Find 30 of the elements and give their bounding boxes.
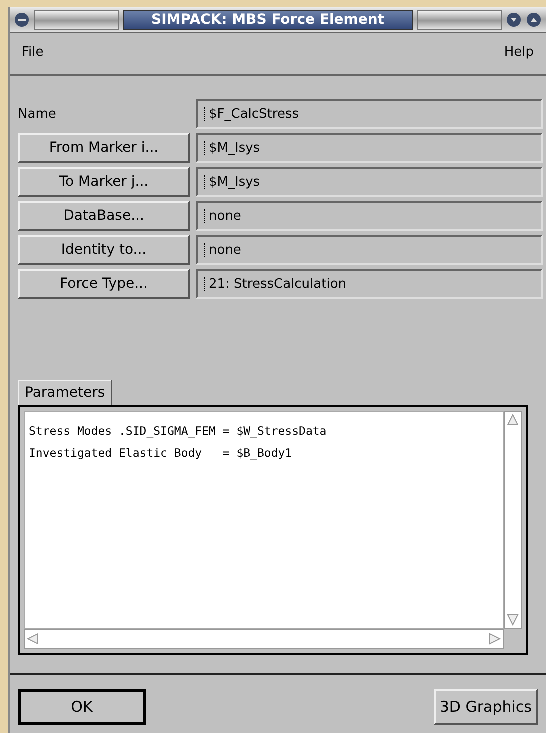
input-field[interactable]: $F_CalcStress [196, 99, 543, 129]
field-button[interactable]: DataBase... [18, 201, 190, 231]
vertical-scrollbar[interactable] [504, 411, 522, 629]
input-field[interactable]: $M_Isys [196, 133, 543, 163]
window-title: SIMPACK: MBS Force Element [123, 10, 413, 30]
input-field[interactable]: 21: StressCalculation [196, 269, 543, 299]
parameter-line: Stress Modes .SID_SIGMA_FEM = $W_StressData [29, 423, 328, 440]
menu-item[interactable]: File [22, 45, 44, 60]
parameter-line: Investigated Elastic Body = $B_Body1 [29, 445, 294, 462]
graphics-button[interactable]: 3D Graphics [434, 689, 538, 725]
scroll-down-icon[interactable] [505, 612, 521, 628]
menu-item[interactable]: Help [504, 45, 534, 60]
ok-button[interactable]: OK [18, 689, 146, 725]
text-area[interactable]: Stress Modes .SID_SIGMA_FEM = $W_StressData Investigated Elastic Body = $B_Body1 [24, 411, 504, 629]
expand-icon[interactable] [526, 12, 542, 28]
field-button[interactable]: From Marker i... [18, 133, 190, 163]
input-field[interactable]: none [196, 201, 543, 231]
collapse-icon[interactable] [506, 12, 522, 28]
minimize-icon[interactable] [14, 12, 30, 28]
tab[interactable]: Parameters [18, 380, 112, 405]
input-field[interactable]: $M_Isys [196, 167, 543, 197]
scroll-left-icon[interactable] [25, 631, 41, 647]
field-button[interactable]: Identity to... [18, 235, 190, 265]
scroll-right-icon[interactable] [487, 631, 503, 647]
input-field[interactable]: none [196, 235, 543, 265]
horizontal-scrollbar[interactable] [24, 629, 504, 649]
field-button[interactable]: To Marker j... [18, 167, 190, 197]
scroll-up-icon[interactable] [505, 412, 521, 428]
field-label: Name [18, 106, 58, 122]
field-button[interactable]: Force Type... [18, 269, 190, 299]
